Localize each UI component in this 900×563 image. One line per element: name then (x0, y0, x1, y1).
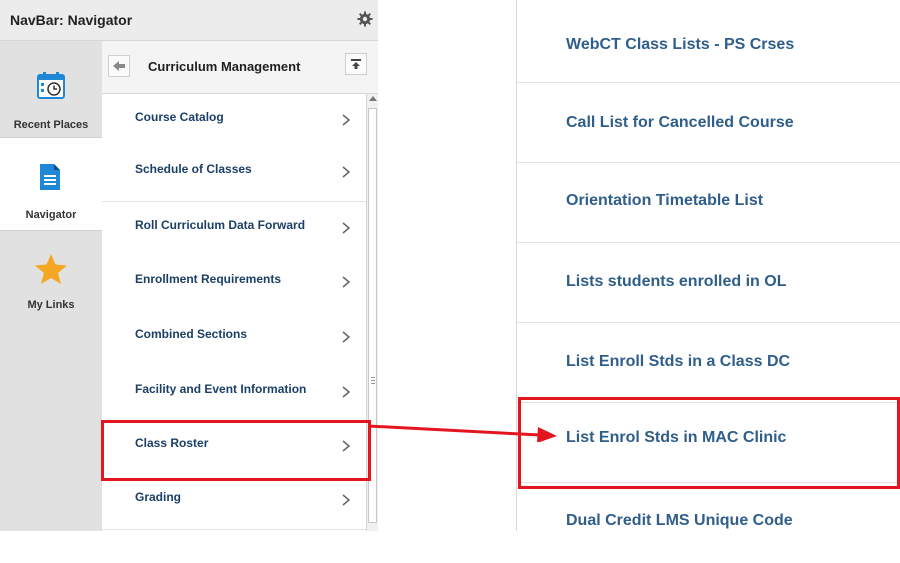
chevron-right-icon (342, 331, 351, 343)
class-roster-highlight-box (101, 420, 371, 481)
rail-label: Recent Places (13, 119, 89, 131)
chevron-right-icon (342, 276, 351, 288)
menu-item-label: Grading (135, 490, 182, 504)
navbar-rail: Recent Places Navigator My Links (0, 41, 102, 531)
report-item-label: Dual Credit LMS Unique Code (566, 512, 793, 529)
chevron-right-icon (342, 386, 351, 398)
folder-header: Curriculum Management (102, 41, 378, 94)
menu-item-roll-curriculum-data-forward[interactable]: Roll Curriculum Data Forward (102, 202, 366, 258)
star-icon (35, 254, 67, 284)
menu-item-label: Facility and Event Information (135, 382, 307, 396)
report-item-lists-students-enrolled-ol[interactable]: Lists students enrolled in OL (517, 243, 900, 323)
menu-item-course-catalog[interactable]: Course Catalog (102, 94, 366, 150)
rail-item-my-links[interactable]: My Links (0, 241, 102, 333)
collapse-top-button[interactable] (345, 53, 367, 75)
report-item-orientation-timetable-list[interactable]: Orientation Timetable List (517, 163, 900, 243)
chevron-right-icon (342, 222, 351, 234)
chevron-right-icon (342, 114, 351, 126)
rail-label: My Links (27, 299, 75, 311)
report-item-webct-class-lists[interactable]: WebCT Class Lists - PS Crses (517, 3, 900, 83)
report-item-call-list-cancelled-course[interactable]: Call List for Cancelled Course (517, 83, 900, 163)
document-icon (40, 164, 60, 190)
folder-title: Curriculum Management (148, 59, 301, 74)
report-item-label: Orientation Timetable List (566, 192, 764, 209)
collapse-top-icon (351, 59, 361, 69)
menu-item-schedule-of-classes[interactable]: Schedule of Classes (102, 146, 366, 202)
menu-item-label: Course Catalog (135, 110, 224, 124)
chevron-right-icon (342, 494, 351, 506)
report-item-label: Lists students enrolled in OL (566, 273, 787, 290)
menu-item-facility-and-event-information[interactable]: Facility and Event Information (102, 366, 366, 422)
grip-line (371, 377, 375, 378)
scroll-up-arrow-icon[interactable] (369, 96, 377, 101)
report-item-label: WebCT Class Lists - PS Crses (566, 36, 795, 53)
report-item-list-enroll-stds-class-dc[interactable]: List Enroll Stds in a Class DC (517, 323, 900, 403)
rail-item-navigator[interactable]: Navigator (0, 137, 102, 231)
navbar-title: NavBar: Navigator (10, 12, 133, 28)
navbar-header: NavBar: Navigator (0, 0, 378, 41)
menu-item-label: Schedule of Classes (135, 162, 252, 176)
report-item-dual-credit-lms-unique-code[interactable]: Dual Credit LMS Unique Code (517, 483, 900, 563)
mac-clinic-highlight-box (518, 397, 900, 489)
menu-item-label: Combined Sections (135, 327, 248, 341)
gear-icon[interactable] (357, 11, 373, 27)
annotation-arrow-icon (368, 424, 557, 442)
rail-item-recent-places[interactable]: Recent Places (0, 41, 102, 133)
menu-item-enrollment-requirements[interactable]: Enrollment Requirements (102, 256, 366, 312)
grip-line (371, 380, 375, 381)
chevron-right-icon (342, 166, 351, 178)
grip-line (371, 383, 375, 384)
calendar-clock-icon (37, 72, 65, 99)
back-button[interactable] (108, 55, 130, 77)
menu-item-combined-sections[interactable]: Combined Sections (102, 311, 366, 367)
back-arrow-icon (113, 61, 125, 71)
report-item-label: List Enroll Stds in a Class DC (566, 353, 791, 370)
menu-item-label: Roll Curriculum Data Forward (135, 218, 306, 232)
menu-item-grading[interactable]: Grading (102, 474, 366, 530)
report-item-label: Call List for Cancelled Course (566, 114, 794, 131)
menu-item-label: Enrollment Requirements (135, 272, 282, 286)
rail-label: Navigator (25, 209, 77, 221)
